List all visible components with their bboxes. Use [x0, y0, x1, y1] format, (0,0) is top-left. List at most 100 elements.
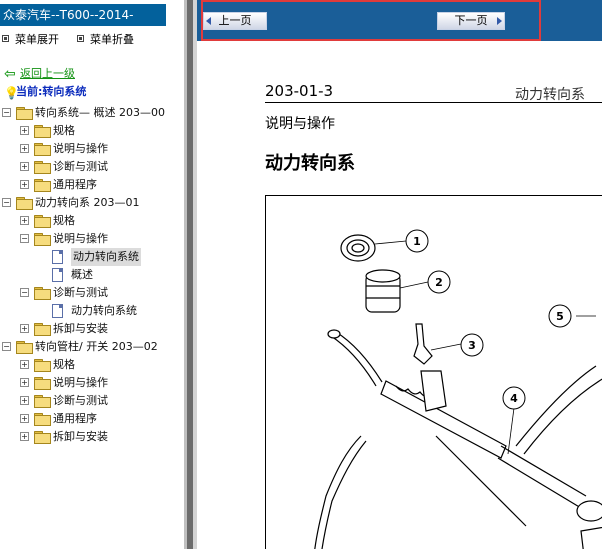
collapse-toggle-icon[interactable]: −: [2, 108, 11, 117]
callout-5: 5: [548, 304, 572, 328]
tree-item[interactable]: + 通用程序: [0, 176, 183, 194]
exploded-diagram: 1 2 3 4 5: [265, 195, 602, 549]
collapse-toggle-icon[interactable]: −: [20, 234, 29, 243]
page-header-title: 动力转向系: [515, 87, 585, 103]
tree-item[interactable]: 动力转向系统: [0, 248, 183, 266]
callout-1: 1: [405, 229, 429, 253]
folder-icon: [34, 143, 51, 156]
tree-item[interactable]: − 动力转向系 203—01: [0, 194, 183, 212]
tree-item-label: 转向系统— 概述 203—00: [35, 106, 165, 119]
tree-item[interactable]: + 通用程序: [0, 410, 183, 428]
tree-item[interactable]: − 转向管柱/ 开关 203—02: [0, 338, 183, 356]
folder-icon: [34, 125, 51, 138]
tree-item-label: 诊断与测试: [53, 286, 108, 299]
seal-ring-part: [340, 234, 376, 262]
expand-toggle-icon[interactable]: +: [20, 396, 29, 405]
tree-item[interactable]: + 说明与操作: [0, 374, 183, 392]
expand-toggle-icon[interactable]: +: [20, 162, 29, 171]
folder-icon: [34, 287, 51, 300]
expand-toggle-icon[interactable]: +: [20, 432, 29, 441]
tree-item-label: 动力转向系 203—01: [35, 196, 140, 209]
fitting-part: [413, 323, 433, 365]
tree-item-label: 通用程序: [53, 178, 97, 191]
boot-part: [365, 269, 401, 313]
collapse-menu-label: 菜单折叠: [90, 33, 134, 46]
tree-item[interactable]: + 说明与操作: [0, 140, 183, 158]
tree-item[interactable]: + 规格: [0, 122, 183, 140]
page-code: 203-01-3: [265, 82, 334, 100]
app-title: 众泰汽车--T600--2014-: [0, 4, 166, 26]
back-arrow-icon: ⇦: [4, 66, 16, 82]
folder-icon: [34, 413, 51, 426]
callout-3: 3: [460, 333, 484, 357]
tree-item-label: 规格: [53, 358, 75, 371]
tree-item[interactable]: + 拆卸与安装: [0, 320, 183, 338]
folder-icon: [34, 161, 51, 174]
folder-icon: [34, 431, 51, 444]
next-page-label: 下一页: [454, 14, 488, 27]
tree-item-label: 说明与操作: [53, 232, 108, 245]
expand-toggle-icon[interactable]: +: [20, 324, 29, 333]
folder-icon: [34, 377, 51, 390]
tree-item[interactable]: − 转向系统— 概述 203—00: [0, 104, 183, 122]
tree-item[interactable]: + 拆卸与安装: [0, 428, 183, 446]
expand-icon: [2, 35, 9, 42]
tree-item[interactable]: + 规格: [0, 212, 183, 230]
page-heading: 动力转向系: [265, 153, 355, 174]
tree-item[interactable]: 动力转向系统: [0, 302, 183, 320]
previous-page-label: 上一页: [218, 14, 252, 27]
section-title: 说明与操作: [265, 116, 335, 132]
folder-icon: [16, 341, 33, 354]
document-icon: [52, 250, 63, 264]
location-pin-icon: 💡: [4, 86, 19, 100]
tree-item[interactable]: + 诊断与测试: [0, 392, 183, 410]
expand-toggle-icon[interactable]: +: [20, 180, 29, 189]
expand-toggle-icon[interactable]: +: [20, 414, 29, 423]
svg-text:1: 1: [413, 235, 421, 248]
svg-text:4: 4: [510, 392, 518, 405]
collapse-menu-button[interactable]: 菜单折叠: [77, 33, 134, 47]
collapse-toggle-icon[interactable]: −: [20, 288, 29, 297]
folder-icon: [16, 197, 33, 210]
steering-rack-illustration: 1 2 3 4 5: [314, 229, 602, 549]
tree-item[interactable]: + 诊断与测试: [0, 158, 183, 176]
back-link-label: 返回上一级: [20, 67, 75, 80]
tree-item-label: 诊断与测试: [53, 160, 108, 173]
folder-icon: [16, 107, 33, 120]
folder-icon: [34, 359, 51, 372]
tree-item-label: 说明与操作: [53, 142, 108, 155]
next-page-button[interactable]: 下一页: [437, 12, 505, 30]
folder-icon: [34, 179, 51, 192]
collapse-toggle-icon[interactable]: −: [2, 342, 11, 351]
tree-item-label: 通用程序: [53, 412, 97, 425]
collapse-icon: [77, 35, 84, 42]
folder-icon: [34, 323, 51, 336]
left-arrow-icon: [206, 17, 211, 25]
content-pane: 上一页 下一页 203-01-3 动力转向系 说明与操作 动力转向系 1 2 3…: [197, 0, 602, 549]
page-navigation-bar: 上一页 下一页: [197, 0, 602, 41]
tree-item[interactable]: − 说明与操作: [0, 230, 183, 248]
previous-page-button[interactable]: 上一页: [203, 12, 267, 30]
sidebar: 众泰汽车--T600--2014- 菜单展开 菜单折叠 ⇦ 返回上一级 💡当前:转…: [0, 0, 183, 549]
back-link[interactable]: ⇦ 返回上一级: [4, 67, 75, 81]
expand-toggle-icon[interactable]: +: [20, 216, 29, 225]
expand-toggle-icon[interactable]: +: [20, 378, 29, 387]
expand-menu-button[interactable]: 菜单展开: [2, 33, 59, 47]
expand-toggle-icon[interactable]: +: [20, 360, 29, 369]
tree-item[interactable]: 概述: [0, 266, 183, 284]
tree-item[interactable]: + 规格: [0, 356, 183, 374]
callout-4: 4: [502, 386, 526, 410]
expand-toggle-icon[interactable]: +: [20, 144, 29, 153]
expand-toggle-icon[interactable]: +: [20, 126, 29, 135]
tree-item-label: 规格: [53, 124, 75, 137]
right-arrow-icon: [497, 17, 502, 25]
svg-text:3: 3: [468, 339, 476, 352]
collapse-toggle-icon[interactable]: −: [2, 198, 11, 207]
svg-text:5: 5: [556, 310, 564, 323]
tree-item[interactable]: − 诊断与测试: [0, 284, 183, 302]
tree-item-label: 拆卸与安装: [53, 322, 108, 335]
tree-item-label: 规格: [53, 214, 75, 227]
current-location-label: 当前:转向系统: [16, 85, 87, 98]
folder-icon: [34, 215, 51, 228]
callout-2: 2: [427, 270, 451, 294]
